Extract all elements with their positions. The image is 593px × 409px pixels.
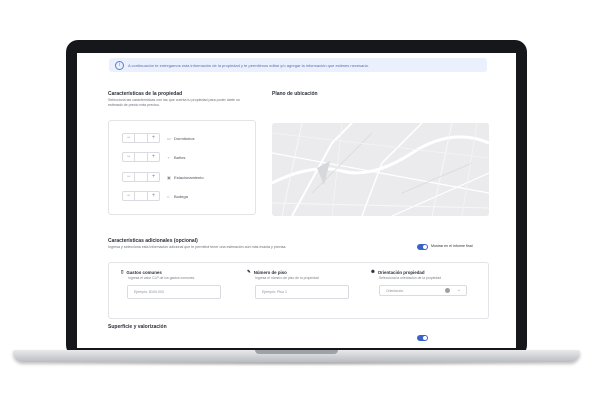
decrement-button[interactable]: − xyxy=(123,134,134,142)
increment-button[interactable]: + xyxy=(148,153,159,161)
stepper-value[interactable] xyxy=(134,153,148,161)
show-in-report-label: Mostrar en el informe final xyxy=(431,244,473,248)
storage-icon: ⌂ xyxy=(167,193,170,199)
decrement-button[interactable]: − xyxy=(123,153,134,161)
floor-number-header: ✎ Número de piso xyxy=(247,269,287,275)
orientation-header: ✺ Orientación propiedad xyxy=(371,269,425,275)
common-expenses-subtitle: Ingresa el valor CLP de los gastos comun… xyxy=(128,276,195,280)
floor-number-input[interactable]: Ejemplo: Piso 1 xyxy=(255,285,349,299)
surface-toggle[interactable] xyxy=(417,335,428,341)
properties-subtitle: Selecciona las características con las q… xyxy=(108,98,241,107)
location-map[interactable] xyxy=(272,123,489,216)
common-expenses-input[interactable]: Ejemplo: $100.000 xyxy=(127,285,221,299)
orientation-select-value: Orientación xyxy=(386,288,404,293)
floor-number-subtitle: Ingresa el número de piso de tu propieda… xyxy=(255,276,319,280)
info-icon: i xyxy=(115,60,124,70)
stepper-value[interactable] xyxy=(134,134,148,142)
bedrooms-stepper[interactable]: − + xyxy=(122,133,160,143)
chevron-down-icon: ⌄ xyxy=(456,287,461,293)
map-streets xyxy=(272,123,489,216)
laptop-notch xyxy=(255,350,338,354)
additional-subtitle: Ingresa y selecciona esta información ad… xyxy=(108,245,287,249)
help-icon xyxy=(445,288,450,293)
parking-icon: ▣ xyxy=(167,174,171,180)
info-banner-text: A continuación te entregamos esta inform… xyxy=(128,62,369,68)
bath-icon: ♆ xyxy=(167,154,170,160)
properties-title: Características de la propiedad xyxy=(108,91,183,97)
property-row-parking: − + ▣ Estacionamiento xyxy=(122,172,204,182)
decrement-button[interactable]: − xyxy=(123,192,134,200)
stepper-value[interactable] xyxy=(134,173,148,181)
properties-card: − + ▭ Dormitorios − + ♆ Baños − + ▣ Esta… xyxy=(108,120,256,215)
map-title: Plano de ubicación xyxy=(272,91,318,97)
common-expenses-title: Gastos comunes xyxy=(126,269,162,275)
additional-card: ▯ Gastos comunes Ingresa el valor CLP de… xyxy=(108,262,489,319)
bed-icon: ▭ xyxy=(167,135,171,141)
decrement-button[interactable]: − xyxy=(123,173,134,181)
orientation-title: Orientación propiedad xyxy=(377,269,425,275)
property-row-bedrooms: − + ▭ Dormitorios xyxy=(122,133,194,143)
storage-stepper[interactable]: − + xyxy=(122,191,160,201)
increment-button[interactable]: + xyxy=(148,192,159,200)
property-label: Estacionamiento xyxy=(174,174,204,180)
common-expenses-header: ▯ Gastos comunes xyxy=(121,269,162,275)
property-label: Bodega xyxy=(174,193,188,199)
parking-stepper[interactable]: − + xyxy=(122,172,160,182)
pencil-icon: ✎ xyxy=(247,269,251,274)
bathrooms-stepper[interactable]: − + xyxy=(122,152,160,162)
property-row-storage: − + ⌂ Bodega xyxy=(122,191,188,201)
compass-icon: ✺ xyxy=(371,269,375,274)
property-label: Baños xyxy=(174,154,186,160)
property-label: Dormitorios xyxy=(174,135,195,141)
increment-button[interactable]: + xyxy=(148,134,159,142)
document-icon: ▯ xyxy=(121,269,124,274)
property-row-bathrooms: − + ♆ Baños xyxy=(122,152,185,162)
additional-title: Características adicionales (opcional) xyxy=(108,238,198,244)
info-banner: i A continuación te entregamos esta info… xyxy=(109,58,487,72)
show-in-report-toggle[interactable] xyxy=(417,244,428,250)
stepper-value[interactable] xyxy=(134,192,148,200)
increment-button[interactable]: + xyxy=(148,173,159,181)
floor-number-title: Número de piso xyxy=(253,269,287,275)
orientation-select[interactable]: Orientación ⌄ xyxy=(379,285,467,296)
orientation-subtitle: Selecciona la orientación de la propieda… xyxy=(379,276,442,280)
surface-title: Superficie y valorización xyxy=(108,324,167,330)
laptop-screen: i A continuación te entregamos esta info… xyxy=(77,53,516,348)
